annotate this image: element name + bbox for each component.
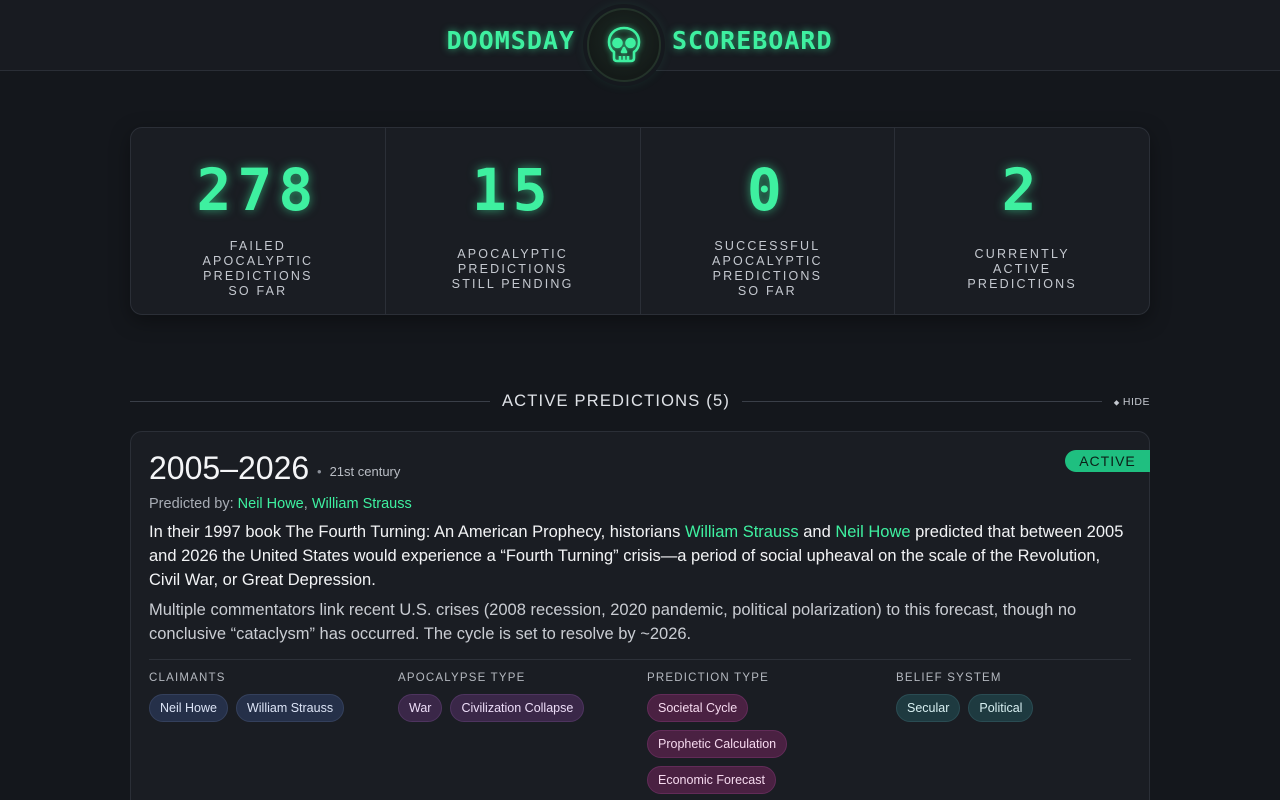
- stat-active: 2 CURRENTLY ACTIVE PREDICTIONS: [895, 128, 1149, 314]
- brand-title-left: DOOMSDAY: [446, 26, 575, 55]
- brand-title-right: SCOREBOARD: [672, 26, 833, 55]
- predicted-by: Predicted by: Neil Howe, William Strauss: [149, 496, 412, 512]
- apocalypse-type-column: APOCALYPSE TYPE War Civilization Collaps…: [398, 672, 638, 722]
- status-badge: ACTIVE: [1065, 450, 1150, 472]
- predictor-link[interactable]: Neil Howe: [238, 496, 304, 512]
- stat-value: 2: [1001, 156, 1043, 224]
- stats-panel: 278 FAILED APOCALYPTIC PREDICTIONS SO FA…: [130, 127, 1150, 315]
- apocalypse-type-tag[interactable]: War: [398, 694, 443, 722]
- card-description: In their 1997 book The Fourth Turning: A…: [149, 523, 1124, 589]
- stat-value: 278: [196, 156, 320, 224]
- meta-heading: PREDICTION TYPE: [647, 672, 769, 684]
- stat-failed: 278 FAILED APOCALYPTIC PREDICTIONS SO FA…: [131, 128, 386, 314]
- prediction-type-tag[interactable]: Prophetic Calculation: [647, 730, 788, 758]
- meta-heading: CLAIMANTS: [149, 672, 226, 684]
- section-divider: [742, 401, 1102, 402]
- stat-label: APOCALYPTIC PREDICTIONS STILL PENDING: [451, 246, 574, 291]
- person-link[interactable]: William Strauss: [685, 523, 799, 541]
- belief-system-tag[interactable]: Political: [968, 694, 1034, 722]
- prediction-type-tag[interactable]: Societal Cycle: [647, 694, 749, 722]
- person-link[interactable]: Neil Howe: [835, 523, 910, 541]
- top-bar: DOOMSDAY SCOREBOARD: [0, 0, 1280, 82]
- claimant-tag[interactable]: Neil Howe: [149, 694, 228, 722]
- stat-pending: 15 APOCALYPTIC PREDICTIONS STILL PENDING: [386, 128, 641, 314]
- era-label: • 21st century: [317, 464, 401, 479]
- apocalypse-type-tag[interactable]: Civilization Collapse: [450, 694, 585, 722]
- card-note: Multiple commentators link recent U.S. c…: [149, 601, 1077, 643]
- hide-button[interactable]: ⬥ HIDE: [1114, 396, 1150, 408]
- divider: [149, 659, 1131, 660]
- stat-label: FAILED APOCALYPTIC PREDICTIONS SO FAR: [202, 239, 314, 298]
- prediction-type-tag[interactable]: Economic Forecast: [647, 766, 776, 794]
- logo-badge[interactable]: [587, 8, 661, 82]
- stat-label: SUCCESSFUL APOCALYPTIC PREDICTIONS SO FA…: [711, 239, 823, 298]
- skull-icon: [607, 26, 641, 63]
- chevron-updown-icon: ⬥: [1113, 398, 1120, 407]
- section-header: ACTIVE PREDICTIONS (5) ⬥ HIDE: [130, 390, 1150, 414]
- stat-value: 15: [471, 156, 554, 224]
- stat-label: CURRENTLY ACTIVE PREDICTIONS: [967, 246, 1077, 291]
- belief-system-column: BELIEF SYSTEM Secular Political: [896, 672, 1136, 722]
- prediction-type-column: PREDICTION TYPE Societal Cycle Prophetic…: [647, 672, 887, 794]
- claimants-column: CLAIMANTS Neil Howe William Strauss: [149, 672, 389, 722]
- meta-heading: APOCALYPSE TYPE: [398, 672, 526, 684]
- belief-system-tag[interactable]: Secular: [896, 694, 961, 722]
- card-title: 2005–2026: [149, 450, 310, 486]
- predictor-link[interactable]: William Strauss: [312, 496, 412, 512]
- prediction-card: ACTIVE 2005–2026 • 21st century Predicted…: [130, 431, 1150, 800]
- claimant-tag[interactable]: William Strauss: [235, 694, 345, 722]
- stat-value: 0: [746, 156, 788, 224]
- meta-heading: BELIEF SYSTEM: [896, 672, 1002, 684]
- stat-successful: 0 SUCCESSFUL APOCALYPTIC PREDICTIONS SO …: [641, 128, 896, 314]
